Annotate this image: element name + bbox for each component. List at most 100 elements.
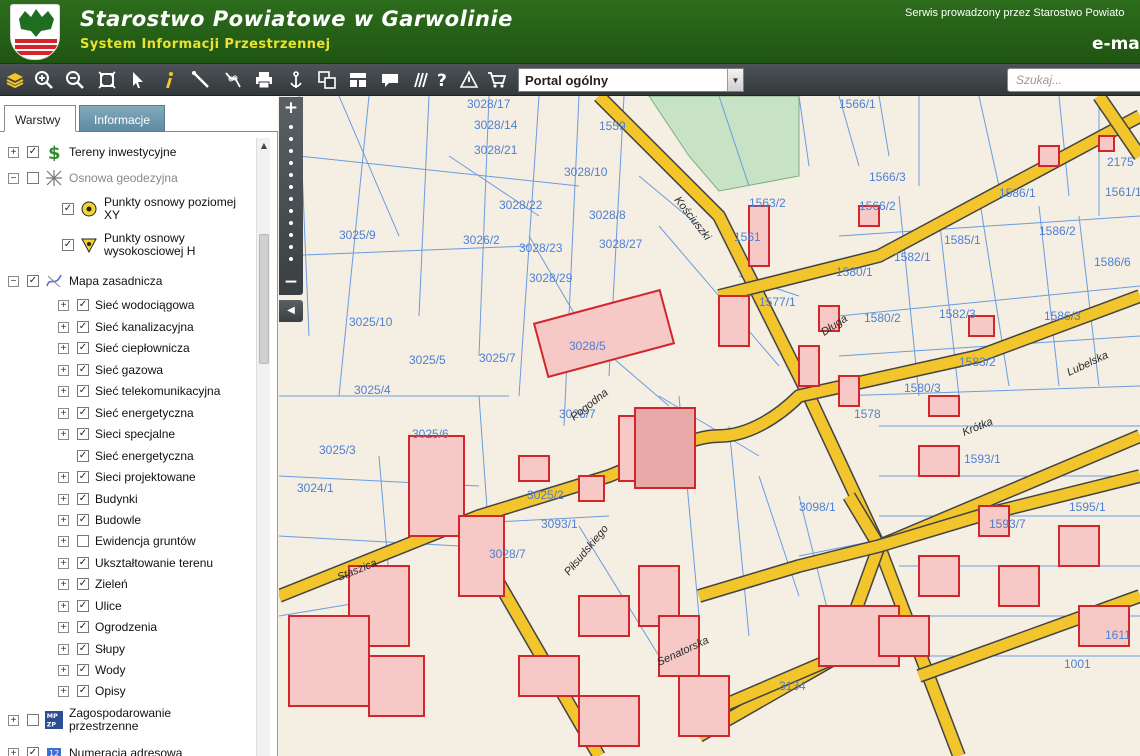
expand-icon[interactable]: + [58, 643, 69, 655]
measure-path-icon[interactable] [221, 68, 245, 92]
layer-checkbox[interactable] [27, 714, 39, 726]
expand-icon[interactable]: + [58, 578, 69, 590]
pointer-icon[interactable] [126, 68, 150, 92]
layer-checkbox[interactable]: ✓ [77, 514, 89, 526]
layer-row[interactable]: + ✓ Ogrodzenia [58, 617, 256, 637]
building[interactable] [878, 615, 930, 657]
layer-row[interactable]: + ✓ Ulice [58, 596, 256, 616]
layer-row[interactable]: + ✓ Ukształtowanie terenu [58, 553, 256, 573]
expand-icon[interactable]: + [58, 685, 69, 697]
layer-checkbox[interactable]: ✓ [27, 747, 39, 756]
map-canvas[interactable]: 3028/17 3028/14 3028/21 3028/10 3028/22 3028/… [279, 96, 1140, 756]
building[interactable] [634, 407, 696, 489]
layer-row[interactable]: − ✓ Mapa zasadnicza [8, 271, 256, 291]
layer-checkbox[interactable]: ✓ [77, 643, 89, 655]
zoom-level-tick[interactable] [289, 173, 293, 177]
building[interactable] [408, 435, 465, 537]
layer-checkbox[interactable]: ✓ [77, 685, 89, 697]
building[interactable] [798, 345, 820, 387]
layer-row[interactable]: + ✓ Sieć wodociągowa [58, 295, 256, 315]
cart-icon[interactable] [485, 68, 509, 92]
zoom-level-tick[interactable] [289, 209, 293, 213]
collapse-panel-button[interactable]: ◀ [279, 300, 303, 322]
building[interactable] [1038, 145, 1060, 167]
zoom-minus-button[interactable]: − [282, 273, 300, 291]
layer-row[interactable]: + ✓ Sieć energetyczna [58, 403, 256, 423]
layer-checkbox[interactable]: ✓ [77, 321, 89, 333]
layers-icon[interactable] [3, 68, 27, 92]
building[interactable] [1098, 135, 1115, 152]
expand-icon[interactable]: + [8, 714, 19, 726]
search-input[interactable]: Szukaj... [1007, 68, 1140, 92]
layer-checkbox[interactable]: ✓ [62, 239, 74, 251]
tab-warstwy[interactable]: Warstwy [4, 105, 76, 132]
comment-icon[interactable] [378, 68, 402, 92]
zoom-level-tick[interactable] [289, 149, 293, 153]
expand-icon[interactable]: + [8, 146, 19, 158]
expand-icon[interactable]: + [58, 407, 69, 419]
layer-checkbox[interactable] [77, 535, 89, 547]
zoom-in-icon[interactable] [32, 68, 56, 92]
layer-checkbox[interactable]: ✓ [77, 385, 89, 397]
measure-distance-icon[interactable] [189, 68, 213, 92]
layer-row[interactable]: + ✓ Sieć ciepłownicza [58, 338, 256, 358]
layer-checkbox[interactable]: ✓ [77, 428, 89, 440]
layer-row[interactable]: + ✓ Sieć gazowa [58, 360, 256, 380]
building[interactable] [718, 295, 750, 347]
layer-row[interactable]: + ✓ Sieć telekomunikacyjna [58, 381, 256, 401]
zoom-level-tick[interactable] [289, 125, 293, 129]
layer-checkbox[interactable]: ✓ [77, 578, 89, 590]
building[interactable] [288, 615, 370, 707]
building[interactable] [918, 555, 960, 597]
layer-checkbox[interactable]: ✓ [77, 664, 89, 676]
layer-tree-scrollbar[interactable]: ▲ [256, 138, 270, 756]
layer-checkbox[interactable]: ✓ [77, 450, 89, 462]
zoom-plus-button[interactable]: + [282, 99, 300, 117]
layer-checkbox[interactable]: ✓ [77, 557, 89, 569]
layer-checkbox[interactable]: ✓ [77, 621, 89, 633]
layer-checkbox[interactable]: ✓ [27, 275, 39, 287]
layer-checkbox[interactable] [27, 172, 39, 184]
layer-checkbox[interactable]: ✓ [77, 407, 89, 419]
building[interactable] [368, 655, 425, 717]
layer-row[interactable]: ✓ Punkty osnowy poziomej XY [62, 194, 256, 224]
layer-checkbox[interactable]: ✓ [77, 342, 89, 354]
layer-row[interactable]: + ✓ Sieć kanalizacyjna [58, 317, 256, 337]
layer-row[interactable]: ✓ Sieć energetyczna [77, 446, 256, 466]
print-icon[interactable] [252, 68, 276, 92]
map-view[interactable]: 3028/17 3028/14 3028/21 3028/10 3028/22 3028/… [279, 96, 1140, 756]
building[interactable] [518, 455, 550, 482]
zoom-level-tick[interactable] [289, 137, 293, 141]
layer-row[interactable]: + ✓ Zieleń [58, 574, 256, 594]
collapse-icon[interactable]: − [8, 275, 19, 287]
zoom-level-tick[interactable] [289, 233, 293, 237]
expand-icon[interactable]: + [58, 321, 69, 333]
expand-icon[interactable]: + [58, 299, 69, 311]
layer-row[interactable]: + ✓ Słupy [58, 639, 256, 659]
layer-row[interactable]: + MP ZP Zagospodarowanie przestrzenne [8, 705, 256, 735]
building[interactable] [578, 695, 640, 747]
layer-checkbox[interactable]: ✓ [77, 493, 89, 505]
building[interactable] [838, 375, 860, 407]
expand-icon[interactable]: + [58, 428, 69, 440]
zoom-level-tick[interactable] [289, 257, 293, 261]
expand-icon[interactable]: + [58, 385, 69, 397]
expand-icon[interactable]: + [58, 364, 69, 376]
expand-icon[interactable]: + [58, 600, 69, 612]
layer-row[interactable]: + ✓ Sieci specjalne [58, 424, 256, 444]
layer-row[interactable]: + ✓ Opisy [58, 681, 256, 701]
expand-icon[interactable]: + [58, 493, 69, 505]
layer-checkbox[interactable]: ✓ [77, 471, 89, 483]
layer-row[interactable]: + ✓ $ Tereny inwestycyjne [8, 142, 256, 162]
zoom-out-icon[interactable] [63, 68, 87, 92]
layer-row[interactable]: − Osnowa geodezyjna [8, 168, 256, 188]
building[interactable] [578, 595, 630, 637]
building[interactable] [518, 655, 580, 697]
layer-checkbox[interactable]: ✓ [77, 600, 89, 612]
copy-icon[interactable] [315, 68, 339, 92]
zoom-level-tick[interactable] [289, 221, 293, 225]
warning-icon[interactable] [457, 68, 481, 92]
scrollbar-thumb[interactable] [259, 234, 269, 364]
building[interactable] [1058, 525, 1100, 567]
scroll-up-icon[interactable]: ▲ [259, 142, 269, 150]
